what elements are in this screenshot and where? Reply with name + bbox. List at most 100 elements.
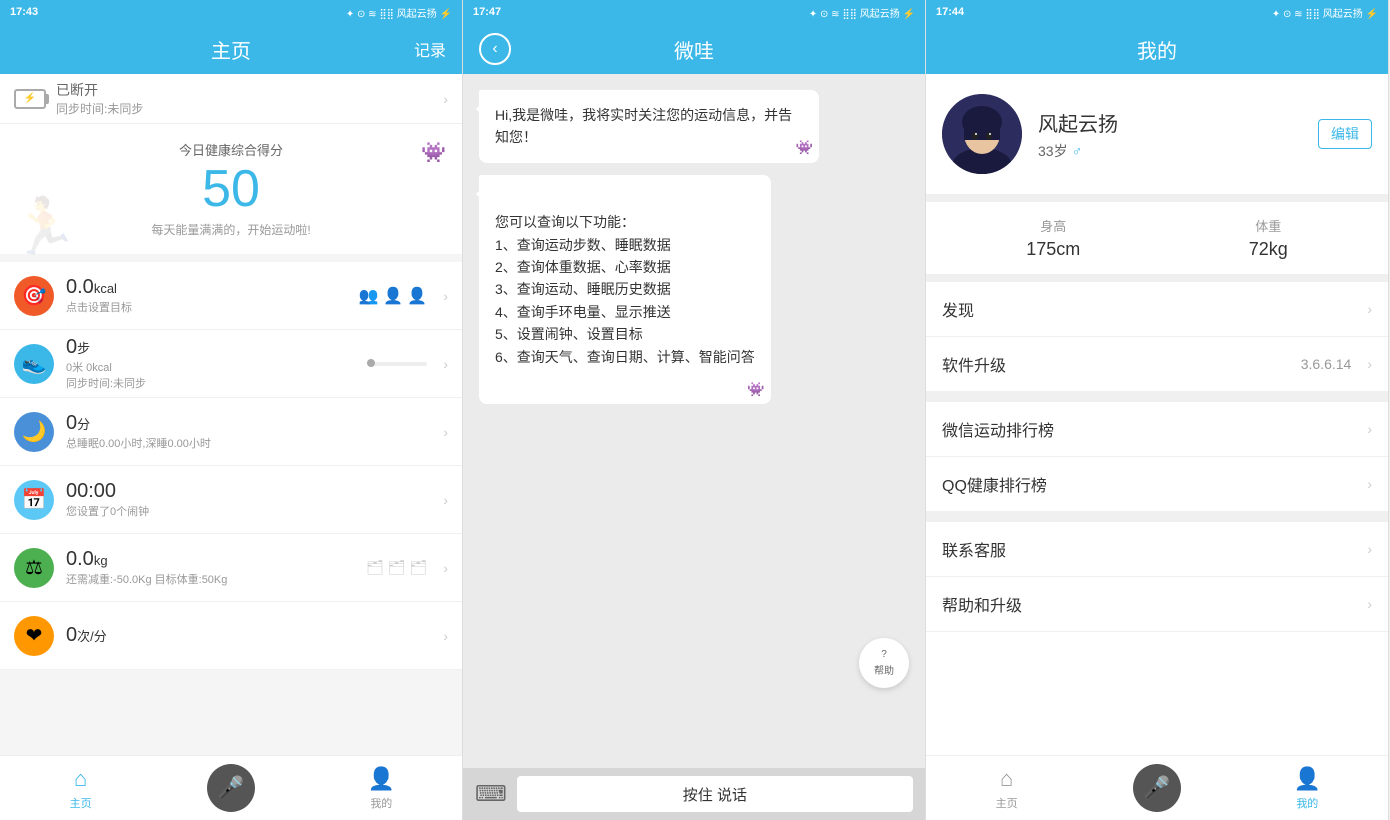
calories-sub: 点击设置目标 bbox=[66, 299, 359, 315]
health-score-value: 50 bbox=[16, 163, 446, 215]
weight-right: 🗂 🗂 🗂 › bbox=[366, 559, 448, 576]
health-card: 🏃 今日健康综合得分 50 每天能量满满的，开始运动啦! 👾 bbox=[0, 124, 462, 254]
chat-message-2: 您可以查询以下功能： 1、查询运动步数、睡眠数据 2、查询体重数据、心率数据 3… bbox=[479, 175, 771, 405]
menu-wechat-rank[interactable]: 微信运动排行榜 › bbox=[926, 402, 1388, 457]
weight-sub: 还需减重:-50.0Kg 目标体重:50Kg bbox=[66, 571, 366, 587]
main-content: ⚡ 已断开 同步时间:未同步 › 🏃 今日健康综合得分 50 每天能量满满的，开… bbox=[0, 74, 462, 755]
status-icons-3: ✦ ⊙ ≋ ⣿⣿ 风起云扬 ⚡ bbox=[1272, 5, 1378, 20]
nav-profile-3[interactable]: 👤 我的 bbox=[1272, 766, 1342, 811]
menu-contact[interactable]: 联系客服 › bbox=[926, 522, 1388, 577]
body-stats: 身高 175cm 体重 72kg bbox=[926, 202, 1388, 282]
sleep-chevron: › bbox=[443, 424, 448, 440]
metric-heartrate[interactable]: ❤ 0次/分 › bbox=[0, 602, 462, 670]
bottom-nav-1: ⌂ 主页 🎤 👤 我的 bbox=[0, 755, 462, 820]
home-icon-1: ⌂ bbox=[74, 766, 87, 792]
health-score-label: 今日健康综合得分 bbox=[16, 140, 446, 159]
help-button[interactable]: ? 帮助 bbox=[859, 638, 909, 688]
height-label: 身高 bbox=[1026, 216, 1080, 235]
sleep-value: 0分 bbox=[66, 412, 435, 435]
calories-value: 0.0kcal bbox=[66, 276, 359, 299]
back-icon: ‹ bbox=[492, 40, 497, 58]
weight-value: 72kg bbox=[1249, 239, 1288, 260]
sleep-body: 0分 总睡眠0.00小时,深睡0.00小时 bbox=[66, 412, 435, 451]
wechat-rank-chevron: › bbox=[1367, 421, 1372, 437]
profile-label-3: 我的 bbox=[1296, 795, 1318, 811]
device-icon: ⚡ bbox=[14, 89, 46, 109]
menu-upgrade[interactable]: 软件升级 3.6.6.14 › bbox=[926, 337, 1388, 392]
discover-label: 发现 bbox=[942, 297, 1359, 321]
time-1: 17:43 bbox=[10, 6, 38, 18]
status-bar-2: 17:47 ✦ ⊙ ≋ ⣿⣿ 风起云扬 ⚡ bbox=[463, 0, 925, 24]
heartrate-body: 0次/分 bbox=[66, 624, 435, 647]
help-question-icon: ? bbox=[881, 649, 887, 660]
menu-help[interactable]: 帮助和升级 › bbox=[926, 577, 1388, 632]
bot-icon-2: 👾 bbox=[747, 378, 764, 400]
keyboard-icon[interactable]: ⌨ bbox=[475, 781, 507, 807]
height-stat: 身高 175cm bbox=[1026, 216, 1080, 260]
metric-sleep[interactable]: 🌙 0分 总睡眠0.00小时,深睡0.00小时 › bbox=[0, 398, 462, 466]
profile-age: 33岁 ♂ bbox=[1038, 141, 1302, 161]
nav-home-1[interactable]: ⌂ 主页 bbox=[46, 766, 116, 811]
calories-icon: 🎯 bbox=[14, 276, 54, 316]
chat-message-1: Hi,我是微哇，我将实时关注您的运动信息，并告知您！ 👾 bbox=[479, 90, 819, 163]
calories-right: 👥 👤 👤 › bbox=[359, 286, 448, 306]
profile-label-1: 我的 bbox=[370, 795, 392, 811]
upgrade-value: 3.6.6.14 bbox=[1301, 356, 1352, 372]
panel-chat: 17:47 ✦ ⊙ ≋ ⣿⣿ 风起云扬 ⚡ ‹ 微哇 Hi,我是微哇，我将实时关… bbox=[463, 0, 926, 820]
back-button[interactable]: ‹ bbox=[479, 33, 511, 65]
edit-button[interactable]: 编辑 bbox=[1318, 119, 1372, 149]
home-label-1: 主页 bbox=[70, 795, 92, 811]
wechat-rank-label: 微信运动排行榜 bbox=[942, 417, 1359, 441]
record-link[interactable]: 记录 bbox=[414, 37, 446, 61]
discover-chevron: › bbox=[1367, 301, 1372, 317]
calories-body: 0.0kcal 点击设置目标 bbox=[66, 276, 359, 315]
page-title-1: 主页 bbox=[211, 35, 251, 64]
chat-title: 微哇 bbox=[674, 35, 714, 64]
steps-progress bbox=[367, 362, 427, 366]
profile-card: 风起云扬 33岁 ♂ 编辑 bbox=[926, 74, 1388, 202]
nav-home-3[interactable]: ⌂ 主页 bbox=[972, 766, 1042, 811]
time-3: 17:44 bbox=[936, 6, 964, 18]
contact-chevron: › bbox=[1367, 541, 1372, 557]
profile-icon-1: 👤 bbox=[368, 766, 395, 792]
help-label: 帮助 bbox=[874, 662, 894, 677]
metric-calories[interactable]: 🎯 0.0kcal 点击设置目标 👥 👤 👤 › bbox=[0, 262, 462, 330]
contact-label: 联系客服 bbox=[942, 537, 1359, 561]
alarm-value: 00:00 bbox=[66, 480, 435, 503]
bot-icon-1: 👾 bbox=[796, 136, 813, 158]
weight-icon: ⚖ bbox=[14, 548, 54, 588]
metric-alarm[interactable]: 📅 00:00 您设置了0个闹钟 › bbox=[0, 466, 462, 534]
help-menu-label: 帮助和升级 bbox=[942, 592, 1359, 616]
upgrade-label: 软件升级 bbox=[942, 352, 1301, 376]
weight-value: 0.0kg bbox=[66, 548, 366, 571]
panel-main: 17:43 ✦ ⊙ ≋ ⣿⣿ 风起云扬 ⚡ 主页 记录 ⚡ 已断开 同步时间:未… bbox=[0, 0, 463, 820]
back-btn-circle[interactable]: ‹ bbox=[479, 33, 511, 65]
mic-icon-1: 🎤 bbox=[217, 775, 244, 801]
device-row[interactable]: ⚡ 已断开 同步时间:未同步 › bbox=[0, 74, 462, 124]
profile-name: 风起云扬 bbox=[1038, 108, 1302, 137]
menu-discover[interactable]: 发现 › bbox=[926, 282, 1388, 337]
status-icons-1: ✦ ⊙ ≋ ⣿⣿ 风起云扬 ⚡ bbox=[346, 5, 452, 20]
menu-list: 发现 › 软件升级 3.6.6.14 › 微信运动排行榜 › QQ健康排行榜 ›… bbox=[926, 282, 1388, 755]
metric-steps[interactable]: 👟 0步 0米 0kcal 同步时间:未同步 › bbox=[0, 330, 462, 398]
header-3: 我的 bbox=[926, 24, 1388, 74]
nav-mic-3[interactable]: 🎤 bbox=[1133, 764, 1181, 812]
menu-qq-rank[interactable]: QQ健康排行榜 › bbox=[926, 457, 1388, 512]
bottom-nav-3: ⌂ 主页 🎤 👤 我的 bbox=[926, 755, 1388, 820]
divider-2 bbox=[926, 512, 1388, 522]
alarm-chevron: › bbox=[443, 492, 448, 508]
time-2: 17:47 bbox=[473, 6, 501, 18]
hold-label: 按住 说话 bbox=[683, 784, 747, 805]
weight-body: 0.0kg 还需减重:-50.0Kg 目标体重:50Kg bbox=[66, 548, 366, 587]
upgrade-chevron: › bbox=[1367, 356, 1372, 372]
metric-weight[interactable]: ⚖ 0.0kg 还需减重:-50.0Kg 目标体重:50Kg 🗂 🗂 🗂 › bbox=[0, 534, 462, 602]
profile-icon-3: 👤 bbox=[1294, 766, 1321, 792]
age-text: 33岁 bbox=[1038, 141, 1068, 161]
mic-icon-3: 🎤 bbox=[1143, 775, 1170, 801]
device-status: 已断开 bbox=[56, 80, 435, 100]
hold-to-talk-btn[interactable]: 按住 说话 bbox=[517, 776, 913, 812]
game-icon: 👾 bbox=[421, 140, 446, 165]
heartrate-chevron: › bbox=[443, 628, 448, 644]
nav-mic-1[interactable]: 🎤 bbox=[207, 764, 255, 812]
nav-profile-1[interactable]: 👤 我的 bbox=[346, 766, 416, 811]
